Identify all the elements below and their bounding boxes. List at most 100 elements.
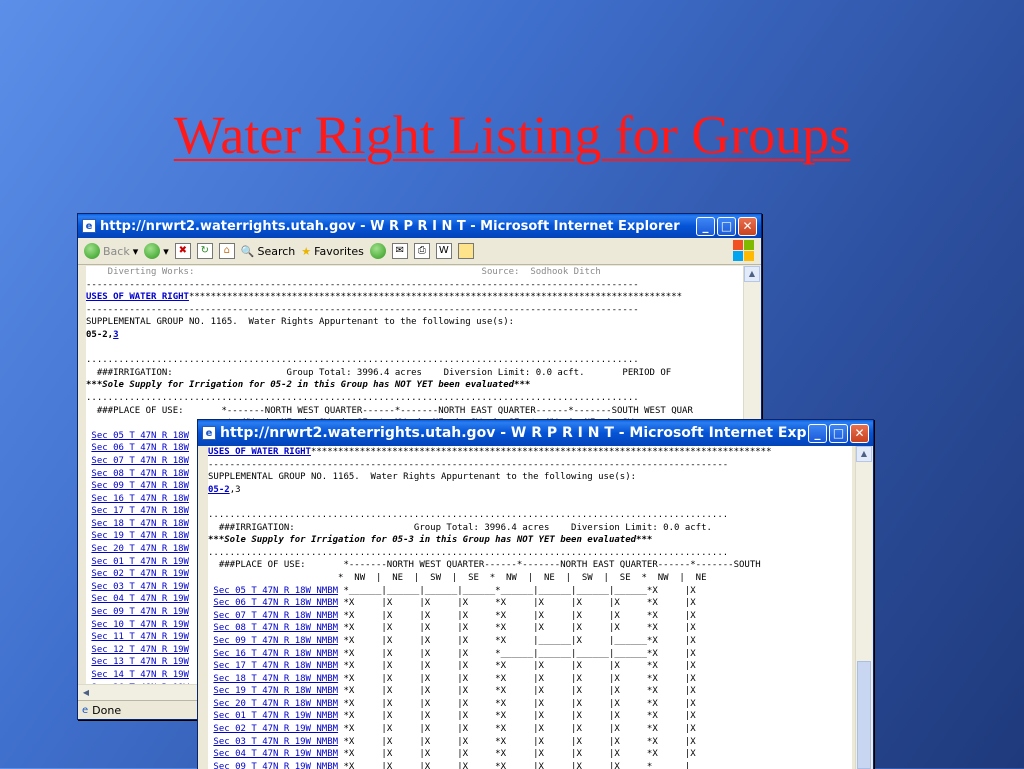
text-line: ----------------------------------------… xyxy=(208,459,729,470)
section-link[interactable]: Sec 01 T 47N R 19W NMBM xyxy=(213,711,338,721)
text-link[interactable]: 05-2 xyxy=(208,485,230,495)
section-link[interactable]: Sec 06 T 47N R 18W xyxy=(91,443,189,453)
text-link[interactable]: USES OF WATER RIGHT xyxy=(208,447,311,457)
slide-title: Water Right Listing for Groups xyxy=(173,105,851,165)
text-line: USES OF WATER RIGHT*********************… xyxy=(86,292,683,303)
minimize-button[interactable]: _ xyxy=(696,216,715,236)
table-row: Sec 05 T 47N R 18W NMBM *______|______|_… xyxy=(208,585,852,598)
section-link[interactable]: Sec 12 T 47N R 19W xyxy=(91,645,189,655)
quarter-cells: *X |X |X |X *X |X |X |X *X |X xyxy=(338,724,696,735)
scroll-up-icon[interactable]: ▲ xyxy=(856,446,872,462)
back-arrow-icon xyxy=(84,243,100,259)
section-link[interactable]: Sec 02 T 47N R 19W xyxy=(91,569,189,579)
vertical-scrollbar[interactable]: ▲ xyxy=(855,446,872,769)
section-link[interactable]: Sec 08 T 47N R 18W NMBM xyxy=(213,623,338,633)
text-line: Diverting Works: Source: Sodhook Ditch xyxy=(86,267,601,277)
window-title: http://nrwrt2.waterrights.utah.gov - W R… xyxy=(100,218,680,234)
text-line: SUPPLEMENTAL GROUP NO. 1165. Water Right… xyxy=(86,317,515,328)
text-line: ........................................… xyxy=(86,392,639,403)
ie-window-front[interactable]: e http://nrwrt2.waterrights.utah.gov - W… xyxy=(197,419,874,769)
section-link[interactable]: Sec 09 T 47N R 18W NMBM xyxy=(213,636,338,646)
section-link[interactable]: Sec 04 T 47N R 19W NMBM xyxy=(213,749,338,759)
section-link[interactable]: Sec 10 T 47N R 19W xyxy=(91,620,189,630)
section-link[interactable]: Sec 03 T 47N R 19W NMBM xyxy=(213,737,338,747)
section-link[interactable]: Sec 17 T 47N R 18W xyxy=(91,506,189,516)
text-link[interactable]: USES OF WATER RIGHT xyxy=(86,292,189,302)
section-link[interactable]: Sec 18 T 47N R 18W NMBM xyxy=(213,674,338,684)
text-line: USES OF WATER RIGHT*********************… xyxy=(208,447,772,457)
refresh-icon[interactable]: ↻ xyxy=(196,243,213,259)
mail-icon[interactable]: ✉ xyxy=(391,243,408,259)
titlebar[interactable]: e http://nrwrt2.waterrights.utah.gov - W… xyxy=(78,214,761,238)
section-link[interactable]: Sec 06 T 47N R 18W NMBM xyxy=(213,598,338,608)
section-link[interactable]: Sec 19 T 47N R 18W NMBM xyxy=(213,686,338,696)
section-link[interactable]: Sec 18 T 47N R 18W xyxy=(91,519,189,529)
text-line: ----------------------------------------… xyxy=(86,304,639,315)
page-content: USES OF WATER RIGHT*********************… xyxy=(208,446,852,769)
quarter-cells: *X |X |X |X *______|______|______|______… xyxy=(338,648,696,659)
section-link[interactable]: Sec 02 T 47N R 19W NMBM xyxy=(213,724,338,734)
back-button[interactable]: Back ▾ xyxy=(84,243,138,259)
ie-page-icon: e xyxy=(82,219,96,233)
text-line: * NW | NE | SW | SE * NW | NE | SW | SE … xyxy=(208,572,707,583)
stop-icon[interactable]: ✖ xyxy=(174,243,191,259)
text-line: ........................................… xyxy=(208,547,729,558)
section-link[interactable]: Sec 14 T 47N R 19W xyxy=(91,670,189,680)
folder-icon[interactable] xyxy=(457,243,474,259)
quarter-cells: *X |X |X |X *X |X |X |X *X |X xyxy=(338,673,696,684)
edit-icon[interactable]: W xyxy=(435,243,452,259)
section-link[interactable]: Sec 20 T 47N R 18W xyxy=(91,544,189,554)
section-link[interactable]: Sec 16 T 47N R 18W xyxy=(91,494,189,504)
forward-button[interactable]: ▾ xyxy=(144,243,169,259)
page-done-icon: e xyxy=(82,704,89,716)
text-line: ***Sole Supply for Irrigation for 05-3 i… xyxy=(208,535,653,546)
text-line: ........................................… xyxy=(86,355,639,366)
maximize-button[interactable]: □ xyxy=(829,423,848,443)
quarter-cells: *______|______|______|______*______|____… xyxy=(338,585,696,596)
quarter-cells: *X |X |X |X *X |X |X |X *X |X xyxy=(338,749,696,760)
print-icon[interactable]: ⎙ xyxy=(413,243,430,259)
section-link[interactable]: Sec 09 T 47N R 18W xyxy=(91,481,189,491)
table-row: Sec 18 T 47N R 18W NMBM *X |X |X |X *X |… xyxy=(208,673,852,686)
text-line: ----------------------------------------… xyxy=(86,279,639,290)
section-link[interactable]: Sec 07 T 47N R 18W NMBM xyxy=(213,611,338,621)
section-link[interactable]: Sec 03 T 47N R 19W xyxy=(91,582,189,592)
section-link[interactable]: Sec 01 T 47N R 19W xyxy=(91,557,189,567)
text-link[interactable]: 3 xyxy=(113,330,118,340)
section-link[interactable]: Sec 05 T 47N R 18W xyxy=(91,431,189,441)
section-link[interactable]: Sec 13 T 47N R 19W xyxy=(91,657,189,667)
section-link[interactable]: Sec 19 T 47N R 18W xyxy=(91,531,189,541)
search-button[interactable]: 🔍 Search xyxy=(241,245,296,258)
section-link[interactable]: Sec 17 T 47N R 18W NMBM xyxy=(213,661,338,671)
section-link[interactable]: Sec 16 T 47N R 18W NMBM xyxy=(213,649,338,659)
section-link[interactable]: Sec 05 T 47N R 18W NMBM xyxy=(213,586,338,596)
text-line: ###PLACE OF USE: *-------NORTH WEST QUAR… xyxy=(208,560,761,571)
ie-page-icon: e xyxy=(202,426,216,440)
section-link[interactable]: Sec 20 T 47N R 18W NMBM xyxy=(213,699,338,709)
scroll-thumb[interactable] xyxy=(857,661,871,769)
section-link[interactable]: Sec 08 T 47N R 18W xyxy=(91,469,189,479)
scroll-up-icon[interactable]: ▲ xyxy=(744,266,760,282)
text-line: ###IRRIGATION: Group Total: 3996.4 acres… xyxy=(208,522,712,533)
maximize-button[interactable]: □ xyxy=(717,216,736,236)
favorites-button[interactable]: ★ Favorites xyxy=(301,245,364,258)
section-link[interactable]: Sec 07 T 47N R 18W xyxy=(91,456,189,466)
quarter-cells: *X |X |X |X *X |X |X |X *X |X xyxy=(338,686,696,697)
close-button[interactable]: ✕ xyxy=(738,216,757,236)
minimize-button[interactable]: _ xyxy=(808,423,827,443)
table-row: Sec 19 T 47N R 18W NMBM *X |X |X |X *X |… xyxy=(208,685,852,698)
history-icon[interactable] xyxy=(369,243,386,259)
titlebar[interactable]: e http://nrwrt2.waterrights.utah.gov - W… xyxy=(198,420,873,446)
text-line: ***Sole Supply for Irrigation for 05-2 i… xyxy=(86,380,531,391)
section-link[interactable]: Sec 11 T 47N R 19W xyxy=(91,632,189,642)
section-link[interactable]: Sec 09 T 47N R 19W xyxy=(91,607,189,617)
home-icon[interactable]: ⌂ xyxy=(218,243,235,259)
table-row: Sec 01 T 47N R 19W NMBM *X |X |X |X *X |… xyxy=(208,710,852,723)
scroll-left-icon[interactable]: ◀ xyxy=(78,685,94,701)
close-button[interactable]: ✕ xyxy=(850,423,869,443)
section-link[interactable]: Sec 04 T 47N R 19W xyxy=(91,594,189,604)
quarter-cells: *X |X |X |X *X |X |X |X *X |X xyxy=(338,610,696,621)
quarter-cells: *X |X |X |X *X |X |X |X *X |X xyxy=(338,711,696,722)
search-icon: 🔍 xyxy=(240,244,255,258)
table-row: Sec 16 T 47N R 18W NMBM *X |X |X |X *___… xyxy=(208,648,852,661)
